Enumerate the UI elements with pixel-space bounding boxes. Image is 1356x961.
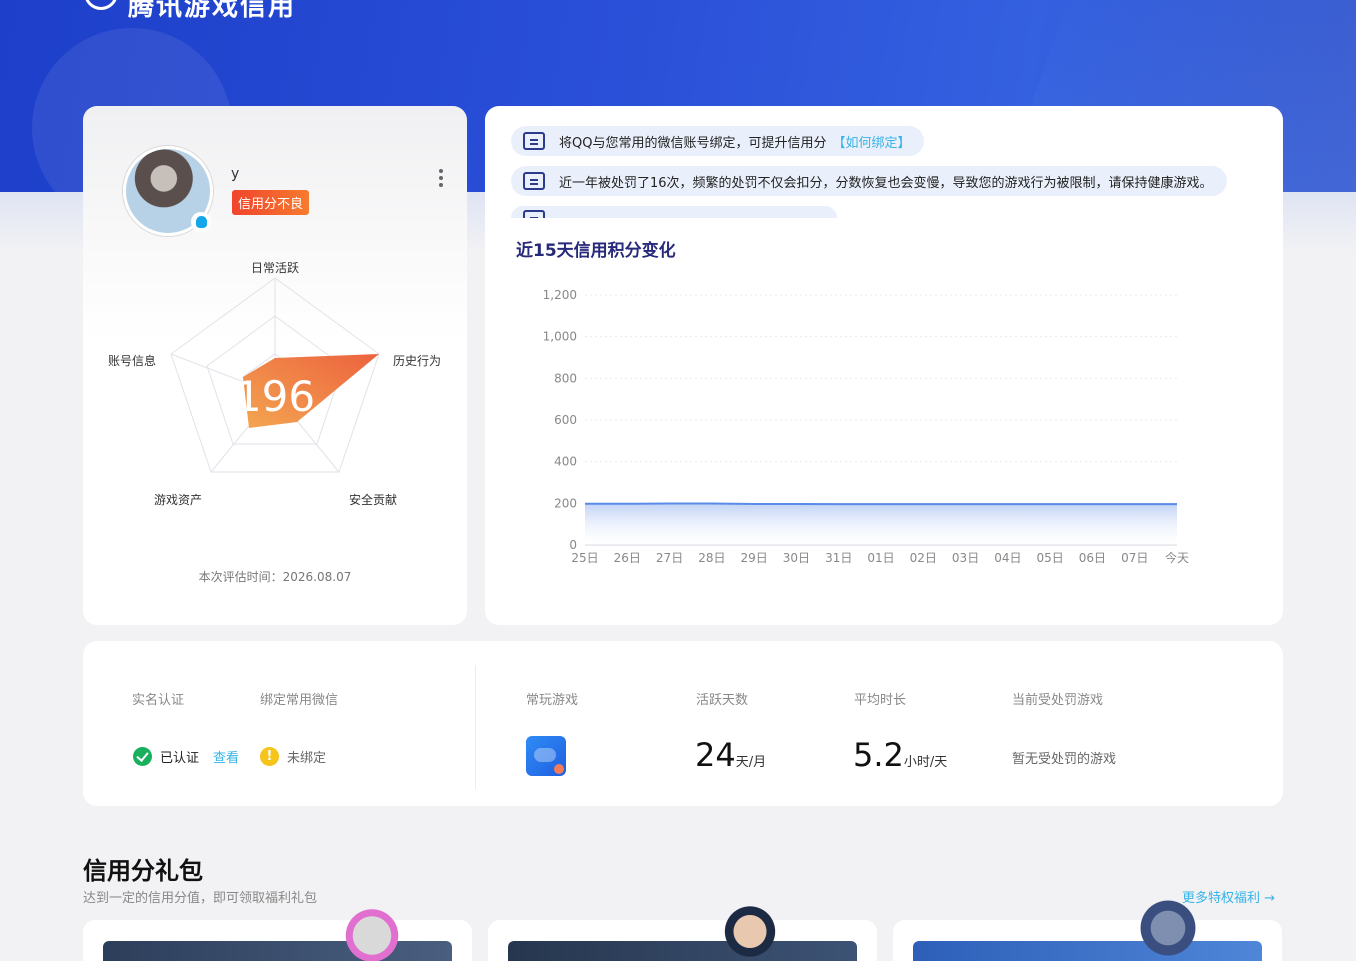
gift-card[interactable] <box>488 920 877 961</box>
notice-text: 将QQ与您常用的微信账号绑定，可提升信用分 <box>559 135 827 151</box>
y-tick-label: 600 <box>554 413 577 427</box>
warning-icon: ! <box>260 747 279 766</box>
x-tick-label: 30日 <box>783 551 810 565</box>
view-realname-link[interactable]: 查看 <box>213 747 239 766</box>
radar-label-assets: 游戏资产 <box>154 493 202 507</box>
realname-status-text: 已认证 <box>160 751 200 766</box>
x-tick-label: 02日 <box>910 551 937 565</box>
notice-partial <box>511 206 837 218</box>
avg-time-value: 5.2小时/天 <box>853 736 947 774</box>
gift-character-image <box>712 900 788 961</box>
radar-label-history: 历史行为 <box>393 354 441 368</box>
message-icon <box>523 132 545 150</box>
gift-character-image <box>334 904 410 961</box>
username: y <box>231 166 240 182</box>
x-tick-label: 07日 <box>1121 551 1148 565</box>
credit-score: 196 <box>235 372 315 421</box>
x-tick-label: 26日 <box>614 551 641 565</box>
radar-label-account: 账号信息 <box>108 353 156 368</box>
message-icon <box>523 172 545 190</box>
wechat-status: ! 未绑定 <box>260 747 326 766</box>
y-tick-label: 800 <box>554 371 577 385</box>
x-tick-label: 04日 <box>994 551 1021 565</box>
x-tick-label: 03日 <box>952 551 979 565</box>
gift-card[interactable] <box>83 920 472 961</box>
y-tick-label: 400 <box>554 455 577 469</box>
punish-label: 当前受处罚游戏 <box>1012 693 1104 708</box>
gift-character-image <box>1130 900 1206 961</box>
y-tick-label: 0 <box>569 538 577 552</box>
message-icon <box>523 210 545 218</box>
gift-banner <box>913 941 1262 961</box>
x-tick-label: 28日 <box>698 551 725 565</box>
more-privileges-link[interactable]: 更多特权福利 → <box>1182 887 1275 906</box>
wechat-label: 绑定常用微信 <box>260 693 339 708</box>
gift-section-title: 信用分礼包 <box>83 857 203 885</box>
eval-time: 本次评估时间：2026.08.07 <box>198 570 352 584</box>
notice-bind-wechat: 将QQ与您常用的微信账号绑定，可提升信用分 【如何绑定】 <box>511 126 925 156</box>
x-tick-label: 06日 <box>1079 551 1106 565</box>
chart-series-line <box>585 502 1177 506</box>
radar-chart: 196 日常活跃 历史行为 安全贡献 游戏资产 账号信息 <box>108 261 441 507</box>
radar-label-security: 安全贡献 <box>349 492 397 507</box>
how-to-bind-link[interactable]: 【如何绑定】 <box>832 132 910 151</box>
x-tick-label: 今天 <box>1165 550 1189 565</box>
active-days-label: 活跃天数 <box>696 693 749 708</box>
radar-label-daily-active: 日常活跃 <box>251 261 299 275</box>
credit-status-badge: 信用分不良 <box>232 190 310 215</box>
avg-time-number: 5.2 <box>853 736 904 774</box>
active-days-unit: 天/月 <box>735 755 767 770</box>
x-tick-label: 27日 <box>656 551 683 565</box>
notice-text: 近一年被处罚了16次，频繁的处罚不仅会扣分，分数恢复也会变慢，导致您的游戏行为被… <box>559 175 1213 191</box>
punish-value: 暂无受处罚的游戏 <box>1012 752 1117 767</box>
x-tick-label: 25日 <box>571 551 598 565</box>
profile-card: y 信用分不良 196 日常活跃 历史行为 安全贡献 游戏资产 账号信息 本次评… <box>83 106 467 625</box>
y-tick-label: 1,200 <box>543 288 577 302</box>
chart-area <box>585 503 1177 545</box>
x-tick-label: 05日 <box>1037 551 1064 565</box>
realname-label: 实名认证 <box>132 693 185 708</box>
wechat-status-text: 未绑定 <box>287 751 327 766</box>
qq-icon <box>191 212 211 232</box>
x-tick-label: 01日 <box>867 551 894 565</box>
gift-card[interactable] <box>893 920 1282 961</box>
logo-icon <box>84 0 118 10</box>
active-days-number: 24 <box>695 736 736 774</box>
game-app-icon[interactable] <box>526 736 566 776</box>
avg-time-unit: 小时/天 <box>903 755 948 770</box>
credit-line-chart: 0 200 400 600 800 1,000 1,200 25日 26日 27日 28日 29日 3… <box>543 288 1189 565</box>
more-options-icon[interactable] <box>433 166 449 190</box>
site-title: 腾讯游戏信用 <box>128 0 297 22</box>
realname-status: 已认证 查看 <box>133 747 239 766</box>
y-tick-label: 200 <box>554 496 577 510</box>
divider <box>475 665 476 789</box>
games-label: 常玩游戏 <box>526 693 579 708</box>
check-circle-icon <box>133 747 152 766</box>
y-tick-label: 1,000 <box>543 330 577 344</box>
notice-punishment: 近一年被处罚了16次，频繁的处罚不仅会扣分，分数恢复也会变慢，导致您的游戏行为被… <box>511 166 1227 196</box>
credit-chart-card: 将QQ与您常用的微信账号绑定，可提升信用分 【如何绑定】 近一年被处罚了16次，… <box>485 106 1283 625</box>
gift-section-subtitle: 达到一定的信用分值，即可领取福利礼包 <box>83 891 318 906</box>
gift-banner <box>508 941 857 961</box>
avg-time-label: 平均时长 <box>854 693 907 708</box>
active-days-value: 24天/月 <box>695 736 766 774</box>
x-tick-label: 29日 <box>741 551 768 565</box>
x-tick-label: 31日 <box>825 551 852 565</box>
chart-title: 近15天信用积分变化 <box>516 241 676 261</box>
account-stats-card: 实名认证 绑定常用微信 已认证 查看 ! 未绑定 常玩游戏 活跃天数 24天/月… <box>83 641 1283 806</box>
